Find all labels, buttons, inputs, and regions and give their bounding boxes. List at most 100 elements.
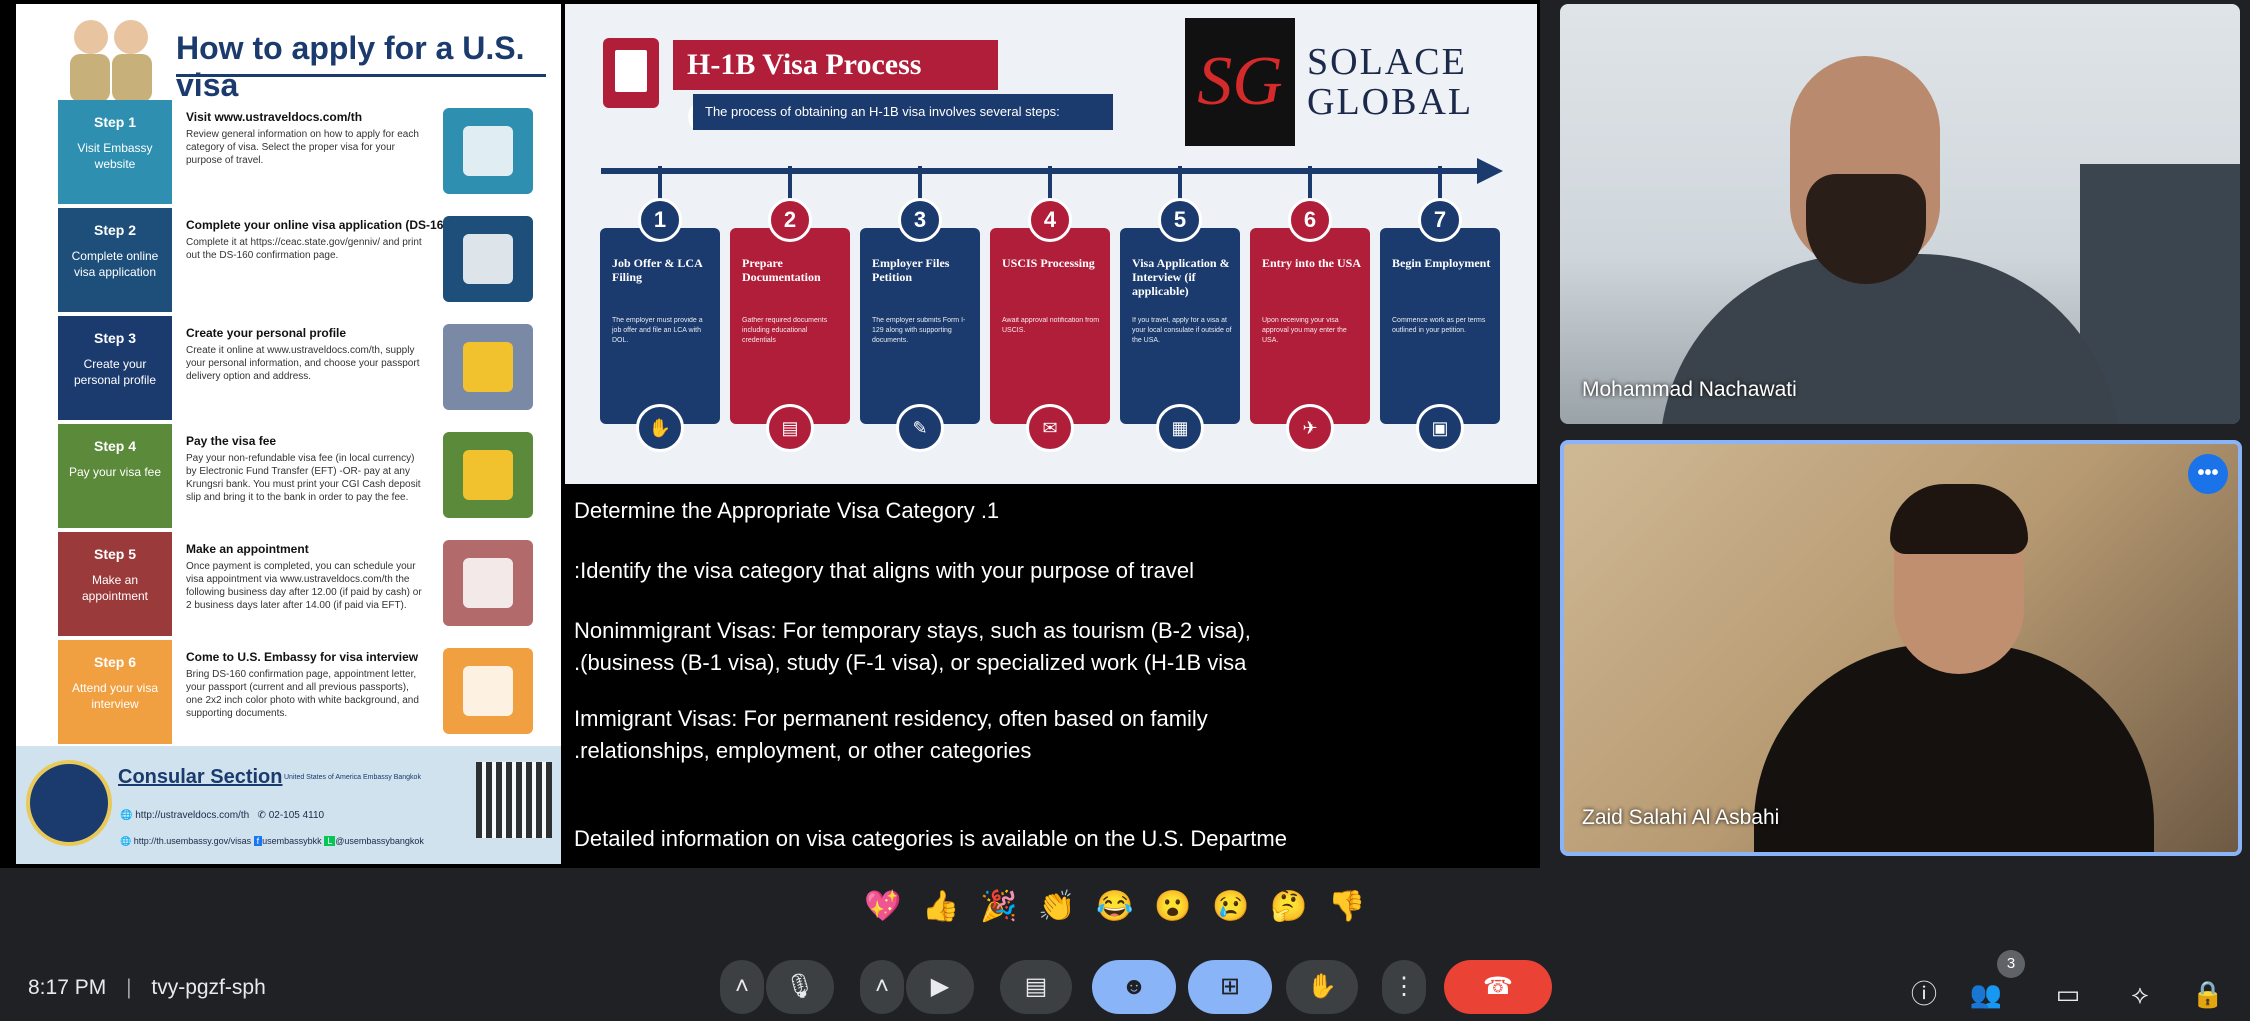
party-popper-reaction[interactable]: 🎉 <box>976 884 1022 930</box>
process-step-3: 3 Employer Files Petition The employer su… <box>860 166 980 452</box>
officers-illustration <box>66 14 156 104</box>
step-tab: Step 5 Make an appointment <box>58 532 172 636</box>
participant-tile[interactable]: Mohammad Nachawati <box>1560 4 2240 424</box>
thumbs-down-reaction[interactable]: 👎 <box>1324 884 1370 930</box>
step-heading: Complete your online visa application (D… <box>186 218 455 232</box>
step-heading: Create your personal profile <box>186 326 347 340</box>
more-options-icon[interactable]: ••• <box>2188 454 2228 494</box>
calendar-icon <box>443 540 533 626</box>
people-icon[interactable]: 👥 <box>1966 974 2006 1014</box>
camera-options-chevron-icon[interactable]: ˄ <box>860 960 904 1014</box>
facebook-icon: f <box>253 836 263 846</box>
qr-code <box>476 762 552 838</box>
participant-video <box>1754 644 2154 852</box>
step-tab: Step 2 Complete online visa application <box>58 208 172 312</box>
step-body: Complete it at https://ceac.state.gov/ge… <box>186 237 422 261</box>
shared-caption-text: Determine the Appropriate Visa Category … <box>570 496 1540 868</box>
caption-line: Immigrant Visas: For permanent residency… <box>574 706 1208 731</box>
caption-line: .(business (B-1 visa), study (F-1 visa),… <box>574 650 1247 675</box>
step-tab: Step 3 Create your personal profile <box>58 316 172 420</box>
microphone-icon[interactable]: 🎙 <box>766 960 834 1014</box>
step-body: Once payment is completed, you can sched… <box>186 561 422 611</box>
step-heading: Pay the visa fee <box>186 434 277 448</box>
meeting-details-icon[interactable]: ⓘ <box>1904 974 1944 1014</box>
thinking-reaction[interactable]: 🤔 <box>1266 884 1312 930</box>
globe-icon: 🌐 <box>120 836 134 846</box>
step-body: Pay your non-refundable visa fee (in loc… <box>186 453 421 503</box>
step-tab: Step 4 Pay your visa fee <box>58 424 172 528</box>
visa-poster: How to apply for a U.S. visa Step 1 Visit… <box>16 4 561 864</box>
people-count-badge: 3 <box>1997 950 2025 978</box>
step-body: Create it online at www.ustraveldocs.com… <box>186 345 420 382</box>
briefcase-icon: ▣ <box>1416 404 1464 452</box>
timeline-arrow-icon <box>1477 158 1503 184</box>
infographic-title: H-1B Visa Process (USA) <box>673 40 998 131</box>
present-screen-icon[interactable]: ⊞ <box>1188 960 1272 1014</box>
id-card-icon <box>443 324 533 410</box>
more-options-vertical-icon[interactable]: ⋮ <box>1382 960 1426 1014</box>
poster-step-3: Step 3 Create your personal profile Creat… <box>58 316 548 420</box>
captions-icon[interactable]: ▤ <box>1000 960 1072 1014</box>
emoji-reactions-icon[interactable]: ☻ <box>1092 960 1176 1014</box>
step-body: Review general information on how to app… <box>186 129 419 166</box>
activities-icon[interactable]: ⟡ <box>2120 974 2160 1014</box>
sad-reaction[interactable]: 😢 <box>1208 884 1254 930</box>
participant-name: Zaid Salahi Al Asbahi <box>1582 806 1780 829</box>
solace-global-logo: SG <box>1185 18 1295 146</box>
caption-line: Nonimmigrant Visas: For temporary stays,… <box>574 618 1251 643</box>
consular-contact-row: 🌐 http://ustraveldocs.com/th ✆ 02-105 41… <box>120 810 325 821</box>
meeting-code: tvy-pgzf-sph <box>151 976 266 999</box>
poster-step-1: Step 1 Visit Embassy website Visit www.us… <box>58 100 548 204</box>
embassy-building-icon <box>443 648 533 734</box>
poster-step-2: Step 2 Complete online visa application C… <box>58 208 548 312</box>
step-tab: Step 6 Attend your visa interview <box>58 640 172 744</box>
brand-name: SOLACE GLOBAL <box>1307 41 1474 123</box>
process-step-6: 6 Entry into the USA Upon receiving your … <box>1250 166 1370 452</box>
payment-icon <box>443 432 533 518</box>
form-icon <box>443 216 533 302</box>
timeline-line <box>601 168 1481 174</box>
sparkling-heart-reaction[interactable]: 💖 <box>860 884 906 930</box>
process-step-7: 7 Begin Employment Commence work as per t… <box>1380 166 1500 452</box>
shared-screen: How to apply for a U.S. visa Step 1 Visit… <box>0 0 1540 868</box>
host-controls-icon[interactable]: 🔒 <box>2188 974 2228 1014</box>
document-icon: ▤ <box>766 404 814 452</box>
poster-step-5: Step 5 Make an appointment Make an appoin… <box>58 532 548 636</box>
poster-step-6: Step 6 Attend your visa interview Come to… <box>58 640 548 744</box>
line-icon: L <box>324 836 336 846</box>
thumbs-up-reaction[interactable]: 👍 <box>918 884 964 930</box>
step-tab: Step 1 Visit Embassy website <box>58 100 172 204</box>
camera-icon[interactable]: ▶ <box>906 960 974 1014</box>
envelope-icon: ✉ <box>1026 404 1074 452</box>
end-call-icon[interactable]: ☎ <box>1444 960 1552 1014</box>
caption-line: Detailed information on visa categories … <box>574 826 1287 851</box>
reactions-bar: 💖 👍 🎉 👏 😂 😮 😢 🤔 👎 <box>860 872 1400 942</box>
participant-tile-active[interactable]: ••• Zaid Salahi Al Asbahi <box>1560 440 2242 856</box>
infographic-subtitle: The process of obtaining an H-1B visa in… <box>693 94 1113 130</box>
caption-line: .relationships, employment, or other cat… <box>574 738 1032 763</box>
phone-icon: ✆ <box>257 810 269 821</box>
meeting-info: 8:17 PM | tvy-pgzf-sph <box>28 976 266 1000</box>
caption-line: :Identify the visa category that aligns … <box>574 558 1194 583</box>
separator: | <box>126 976 132 999</box>
computer-icon <box>443 108 533 194</box>
consular-social-row: 🌐 http://th.usembassy.gov/visas f usembas… <box>120 836 424 846</box>
consular-subheading: United States of America Embassy Bangkok <box>284 774 421 781</box>
h1b-infographic: H-1B Visa Process (USA) The process of o… <box>565 4 1537 484</box>
meeting-time: 8:17 PM <box>28 976 107 999</box>
step-heading: Visit www.ustraveldocs.com/th <box>186 110 363 124</box>
step-heading: Come to U.S. Embassy for visa interview <box>186 650 419 664</box>
visa-document-icon <box>603 38 659 108</box>
globe-icon: 🌐 <box>120 810 136 821</box>
surprised-reaction[interactable]: 😮 <box>1150 884 1196 930</box>
mic-options-chevron-icon[interactable]: ˄ <box>720 960 764 1014</box>
handshake-icon: ✋ <box>636 404 684 452</box>
process-step-2: 2 Prepare Documentation Gather required d… <box>730 166 850 452</box>
chat-icon[interactable]: ▭ <box>2048 974 2088 1014</box>
consular-heading: Consular Section <box>118 766 283 788</box>
laughing-reaction[interactable]: 😂 <box>1092 884 1138 930</box>
raise-hand-icon[interactable]: ✋ <box>1286 960 1358 1014</box>
consular-section: Consular Section United States of Americ… <box>16 746 561 864</box>
clapping-reaction[interactable]: 👏 <box>1034 884 1080 930</box>
process-step-1: 1 Job Offer & LCA Filing The employer mus… <box>600 166 720 452</box>
